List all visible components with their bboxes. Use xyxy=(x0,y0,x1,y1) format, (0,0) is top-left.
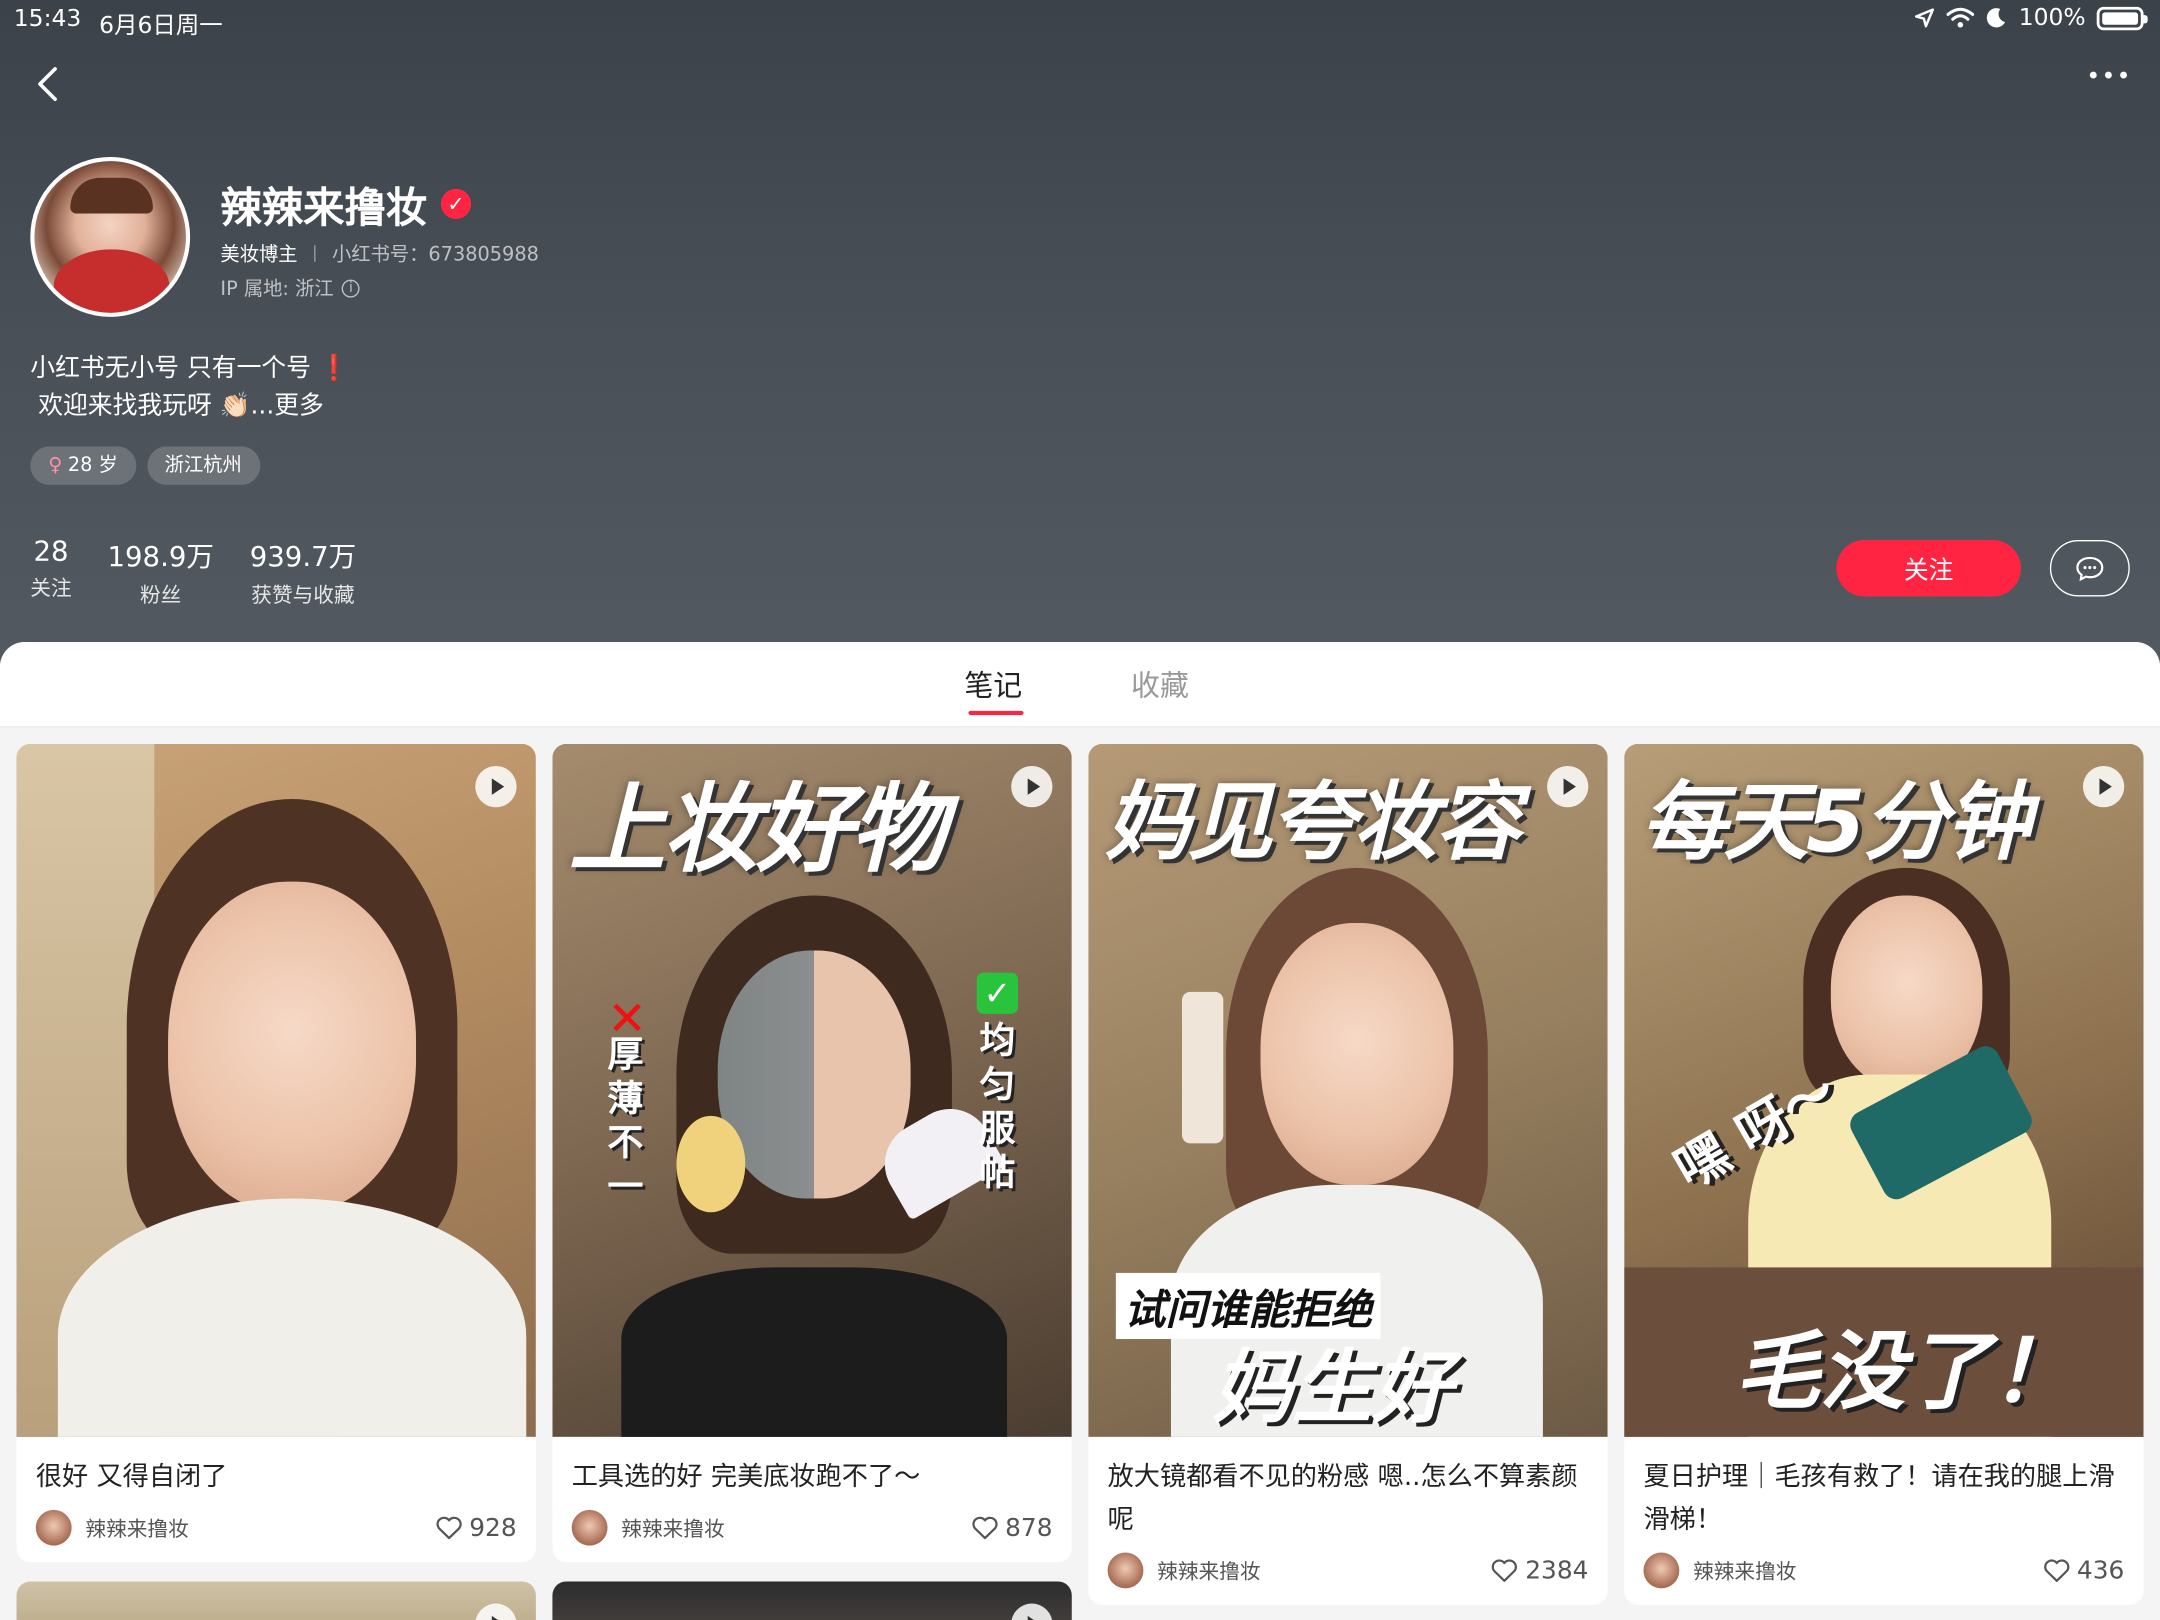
check-icon: ✓ xyxy=(976,972,1019,1014)
note-footer: 辣辣来撸妆 436 xyxy=(1624,1542,2143,1605)
bio-line-1: 小红书无小号 只有一个号 ❗ xyxy=(30,354,350,383)
note-card[interactable]: 妈见夸妆容 试问谁能拒绝 妈生好皮？ 放大镜都看不见的粉感 嗯..怎么不算素颜呢… xyxy=(1088,743,1608,1605)
play-icon xyxy=(1547,765,1589,808)
profile-nickname: 辣辣来撸妆 ✓ xyxy=(220,174,472,235)
play-icon xyxy=(2082,765,2125,808)
profile-tags: ♀ 28 岁 浙江杭州 xyxy=(30,446,260,485)
profile-category: 美妆博主 xyxy=(220,243,298,266)
female-icon: ♀ xyxy=(48,454,63,477)
note-card[interactable]: 每天5分钟 嘿 呀～ 毛没了！ 夏日护理｜毛孩有救了！请在我的腿上滑滑梯！ 辣辣… xyxy=(1624,743,2144,1605)
app-root: 15:43 6月6日周一 100% 辣辣来撸妆 ✓ 美妆博主 小红书号：6738… xyxy=(0,0,2160,1620)
note-cover: 每天5分钟 嘿 呀～ 毛没了！ xyxy=(1624,743,2144,1437)
cover-headline: 上妆好物 xyxy=(568,772,946,886)
active-tab-indicator xyxy=(968,710,1024,715)
stat-followers[interactable]: 198.9万 粉丝 xyxy=(107,535,213,609)
play-icon xyxy=(1011,1603,1053,1620)
wifi-icon xyxy=(1947,7,1975,28)
battery-percent: 100% xyxy=(2018,4,2086,32)
note-title: 工具选的好 完美底妆跑不了～ xyxy=(571,1461,921,1492)
bio-more-link[interactable]: ...更多 xyxy=(251,391,324,420)
bio-line-2: 欢迎来找我玩呀 👏🏻...更多 xyxy=(38,391,324,421)
note-author: 辣辣来撸妆 xyxy=(621,1516,725,1541)
status-time: 15:43 xyxy=(13,5,82,34)
profile-header: 15:43 6月6日周一 100% 辣辣来撸妆 ✓ 美妆博主 小红书号：6738… xyxy=(0,0,2160,689)
note-author: 辣辣来撸妆 xyxy=(1157,1558,1261,1584)
note-footer: 辣辣来撸妆 2384 xyxy=(1088,1542,1607,1605)
note-cover xyxy=(16,743,536,1437)
note-likes[interactable]: 2384 xyxy=(1491,1556,1588,1585)
note-title: 放大镜都看不见的粉感 嗯..怎么不算素颜呢 xyxy=(1107,1461,1578,1535)
tab-notes[interactable]: 笔记 xyxy=(964,664,1022,705)
tab-collections[interactable]: 收藏 xyxy=(1131,664,1189,705)
stat-following[interactable]: 28 关注 xyxy=(30,535,71,609)
battery-icon xyxy=(2096,6,2148,30)
play-icon xyxy=(475,765,517,808)
cover-side-left: 厚薄不一 xyxy=(607,1034,644,1209)
cover-caption-2: 妈生好皮？ xyxy=(1212,1340,1453,1435)
message-button[interactable] xyxy=(2049,540,2130,597)
author-avatar xyxy=(571,1509,608,1546)
cover-headline: 妈见夸妆容 xyxy=(1104,771,1521,873)
note-footer: 辣辣来撸妆 928 xyxy=(17,1499,536,1562)
note-author: 辣辣来撸妆 xyxy=(85,1516,189,1541)
profile-bio[interactable]: 小红书无小号 只有一个号 ❗ 欢迎来找我玩呀 👏🏻...更多 xyxy=(30,350,349,424)
author-avatar xyxy=(1107,1552,1144,1589)
heart-icon xyxy=(2043,1559,2069,1582)
heart-icon xyxy=(971,1516,998,1540)
note-card[interactable]: 上妆好物 ✕ 厚薄不一 ✓ 均匀服帖 工具选的好 完美底妆跑不了～ 辣辣来撸妆 … xyxy=(552,743,1072,1563)
moon-icon xyxy=(1987,8,2006,28)
play-icon xyxy=(1011,765,1053,808)
profile-ip: IP 属地: 浙江 i xyxy=(220,274,360,302)
note-card-partial[interactable] xyxy=(16,1581,536,1620)
author-avatar xyxy=(35,1509,72,1546)
note-card-partial[interactable] xyxy=(552,1581,1072,1620)
meta-divider xyxy=(314,245,316,262)
cover-caption-2: 毛没了！ xyxy=(1734,1321,2077,1422)
notes-section: 笔记 收藏 很好 又得自闭了 辣辣来撸妆 928 上妆好物 ✕ 厚薄不一 ✓ 均… xyxy=(0,641,2160,1620)
more-dots-icon[interactable] xyxy=(2089,71,2128,79)
message-icon xyxy=(2076,556,2104,581)
status-date: 6月6日周一 xyxy=(99,12,223,40)
note-likes[interactable]: 928 xyxy=(435,1513,517,1542)
verified-icon: ✓ xyxy=(440,188,472,220)
note-title: 很好 又得自闭了 xyxy=(35,1461,228,1492)
avatar[interactable] xyxy=(30,157,191,317)
status-icons: 100% xyxy=(1914,4,2148,32)
note-cover: 上妆好物 ✕ 厚薄不一 ✓ 均匀服帖 xyxy=(552,743,1072,1437)
back-arrow-icon[interactable] xyxy=(30,63,66,104)
note-cover: 妈见夸妆容 试问谁能拒绝 妈生好皮？ xyxy=(1088,743,1608,1437)
note-card[interactable]: 很好 又得自闭了 辣辣来撸妆 928 xyxy=(16,743,536,1563)
ip-text: IP 属地: 浙江 xyxy=(220,278,334,301)
heart-icon xyxy=(1491,1559,1518,1582)
cover-side-right: 均匀服帖 xyxy=(979,1020,1016,1195)
author-avatar xyxy=(1643,1552,1680,1589)
stat-likes-collects[interactable]: 939.7万 获赞与收藏 xyxy=(250,535,356,609)
nickname-text: 辣辣来撸妆 xyxy=(220,184,428,233)
status-bar: 15:43 6月6日周一 100% xyxy=(0,0,2160,41)
note-footer: 辣辣来撸妆 878 xyxy=(552,1499,1071,1562)
info-icon[interactable]: i xyxy=(341,278,360,297)
note-author: 辣辣来撸妆 xyxy=(1693,1558,1797,1584)
tag-age: ♀ 28 岁 xyxy=(30,446,136,485)
profile-stats: 28 关注 198.9万 粉丝 939.7万 获赞与收藏 xyxy=(30,535,356,609)
follow-button[interactable]: 关注 xyxy=(1836,540,2021,597)
heart-icon xyxy=(435,1516,462,1540)
content-tabs: 笔记 收藏 xyxy=(0,641,2160,728)
profile-meta: 美妆博主 小红书号：673805988 xyxy=(220,240,538,268)
tag-location: 浙江杭州 xyxy=(146,446,260,485)
location-arrow-icon xyxy=(1915,8,1935,28)
profile-red-id[interactable]: 小红书号：673805988 xyxy=(332,240,539,268)
play-icon xyxy=(475,1603,517,1620)
cover-headline: 每天5分钟 xyxy=(1640,771,2031,873)
note-title: 夏日护理｜毛孩有救了！请在我的腿上滑滑梯！ xyxy=(1643,1461,2115,1535)
note-likes[interactable]: 878 xyxy=(971,1513,1052,1542)
note-likes[interactable]: 436 xyxy=(2042,1556,2124,1585)
